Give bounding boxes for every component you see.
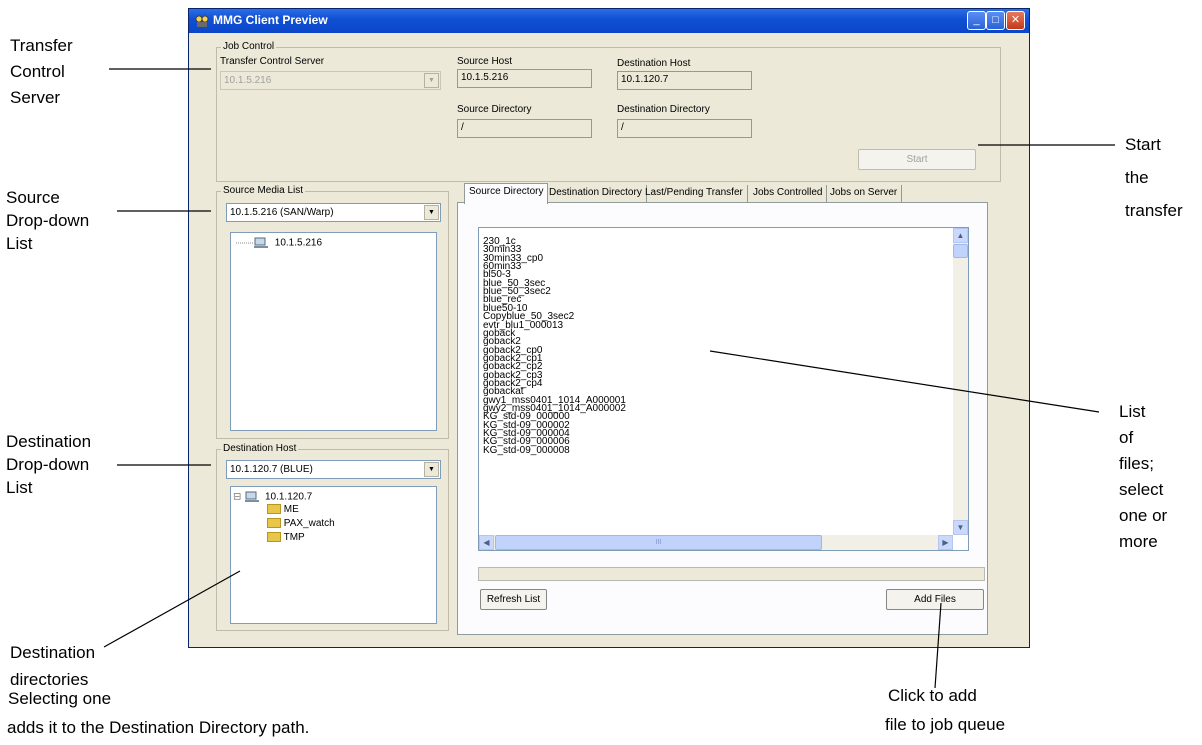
annotation-line: List (6, 478, 33, 497)
scroll-up-icon[interactable]: ▲ (953, 228, 968, 243)
collapse-icon[interactable]: ⊟ (233, 492, 241, 503)
chevron-down-icon: ▼ (424, 73, 439, 88)
annotation-line: List (1119, 402, 1146, 421)
annotation-line: Drop-down (6, 211, 90, 230)
annotation-line: Click to add (888, 686, 977, 705)
minimize-button[interactable]: _ (967, 11, 986, 30)
source-media-legend: Source Media List (221, 185, 306, 196)
annotation-selecting-one: Selecting one adds it to the Destination… (7, 684, 309, 742)
tree-item-label: ME (283, 504, 299, 515)
chevron-down-icon: ▼ (424, 205, 439, 220)
tree-item-label: PAX_watch (283, 518, 335, 529)
destination-directory-label: Destination Directory (617, 104, 710, 115)
tcs-value: 10.1.5.216 (224, 75, 272, 86)
tab-last-pending-transfer[interactable]: Last/Pending Transfer (641, 185, 748, 203)
source-directory-label: Source Directory (457, 104, 532, 115)
annotation-source-dropdown: Source Drop-down List (6, 186, 89, 255)
transfer-progress-bar (478, 567, 985, 581)
tree-item-label: TMP (283, 532, 305, 543)
vertical-scrollbar[interactable]: ▲ ▼ (953, 228, 968, 535)
source-host-field[interactable]: 10.1.5.216 (457, 69, 592, 88)
minimize-icon: _ (973, 14, 980, 26)
tree-item-folder-pax-watch[interactable]: PAX_watch (267, 518, 335, 529)
tree-item-destination-host[interactable]: ⊟ 10.1.120.7 (233, 491, 312, 503)
source-directory-field[interactable]: / (457, 119, 592, 138)
source-media-dropdown[interactable]: 10.1.5.216 (SAN/Warp) ▼ (226, 203, 441, 222)
close-button[interactable]: ✕ (1006, 11, 1025, 30)
horizontal-scrollbar[interactable]: ◀ III ▶ (479, 535, 953, 550)
tab-jobs-on-server[interactable]: Jobs on Server (826, 185, 903, 203)
scroll-grip-icon: III (655, 539, 662, 546)
scroll-down-icon[interactable]: ▼ (953, 520, 968, 535)
tree-item-label: 10.1.5.216 (274, 237, 323, 249)
tab-jobs-controlled[interactable]: Jobs Controlled (749, 185, 828, 203)
network-host-icon (245, 491, 260, 502)
annotation-destination-dropdown: Destination Drop-down List (6, 430, 91, 499)
annotation-line: Selecting one (8, 689, 112, 708)
app-window: MMG Client Preview _ □ ✕ Job Control Tra… (188, 8, 1030, 648)
window-title: MMG Client Preview (213, 13, 328, 27)
maximize-button[interactable]: □ (986, 11, 1005, 30)
annotation-line: Transfer (10, 36, 73, 55)
job-control-legend: Job Control (221, 41, 277, 52)
annotation-start-transfer: Start the transfer (1125, 128, 1183, 227)
network-host-icon (236, 237, 268, 248)
source-tree: 10.1.5.216 (230, 232, 437, 431)
destination-host-legend: Destination Host (221, 443, 299, 454)
chevron-down-icon: ▼ (424, 462, 439, 477)
annotation-line: Control (10, 62, 65, 81)
annotation-transfer-control-server: Transfer Control Server (10, 33, 73, 111)
tree-item-folder-me[interactable]: ME (267, 504, 299, 515)
destination-host-dropdown[interactable]: 10.1.120.7 (BLUE) ▼ (226, 460, 441, 479)
horizontal-scroll-thumb[interactable]: III (495, 535, 822, 550)
destination-directory-field[interactable]: / (617, 119, 752, 138)
vertical-scroll-thumb[interactable] (953, 244, 968, 258)
title-bar[interactable]: MMG Client Preview _ □ ✕ (189, 9, 1029, 33)
folder-icon (267, 504, 281, 515)
annotation-line: transfer (1125, 201, 1183, 220)
annotation-line: Destination (6, 432, 92, 451)
tree-item-folder-tmp[interactable]: TMP (267, 532, 305, 543)
annotation-line: Drop-down (6, 455, 90, 474)
tab-destination-directory[interactable]: Destination Directory (545, 185, 647, 203)
maximize-icon: □ (992, 14, 999, 26)
refresh-list-button[interactable]: Refresh List (480, 589, 547, 610)
tree-item-label: 10.1.120.7 (264, 491, 313, 503)
scroll-right-icon[interactable]: ▶ (938, 535, 953, 550)
app-icon (195, 15, 209, 27)
list-item[interactable]: KG_std-09_000008 (483, 445, 570, 455)
annotation-line: files; (1119, 454, 1154, 473)
annotation-line: of (1119, 428, 1134, 447)
annotation-line: more (1119, 532, 1158, 551)
tree-item-source-host[interactable]: 10.1.5.216 (236, 237, 322, 249)
annotation-line: select (1119, 480, 1164, 499)
annotation-line: Destination (10, 643, 96, 662)
annotation-line: Source (6, 188, 60, 207)
start-button[interactable]: Start (858, 149, 976, 170)
tab-source-directory[interactable]: Source Directory (464, 183, 549, 204)
annotation-line: Start (1125, 135, 1161, 154)
add-files-button[interactable]: Add Files (886, 589, 984, 610)
tcs-dropdown[interactable]: 10.1.5.216 ▼ (220, 71, 441, 90)
scroll-left-icon[interactable]: ◀ (479, 535, 494, 550)
annotation-line: one or (1119, 506, 1168, 525)
destination-host-label: Destination Host (617, 58, 691, 69)
annotation-line: the (1125, 168, 1149, 187)
folder-icon (267, 532, 281, 543)
destination-tree: ⊟ 10.1.120.7 ME PAX_watch TMP (230, 486, 437, 624)
annotation-click-to-add: Click to add file to job queue (885, 681, 1005, 739)
annotation-line: adds it to the Destination Directory pat… (7, 718, 310, 737)
file-list[interactable]: 230_1c 30min33 30min33_cp0 60min33 bl50-3 blu… (478, 227, 969, 551)
tcs-label: Transfer Control Server (220, 56, 325, 67)
folder-icon (267, 518, 281, 529)
annotation-line: List (6, 234, 33, 253)
close-icon: ✕ (1010, 14, 1021, 26)
annotation-line: file to job queue (885, 715, 1006, 734)
source-host-label: Source Host (457, 56, 513, 67)
annotation-list-of-files: List of files; select one or more (1119, 399, 1167, 555)
source-media-value: 10.1.5.216 (SAN/Warp) (230, 207, 334, 218)
destination-host-field[interactable]: 10.1.120.7 (617, 71, 752, 90)
destination-host-value: 10.1.120.7 (BLUE) (230, 464, 313, 475)
annotation-line: Server (10, 88, 61, 107)
